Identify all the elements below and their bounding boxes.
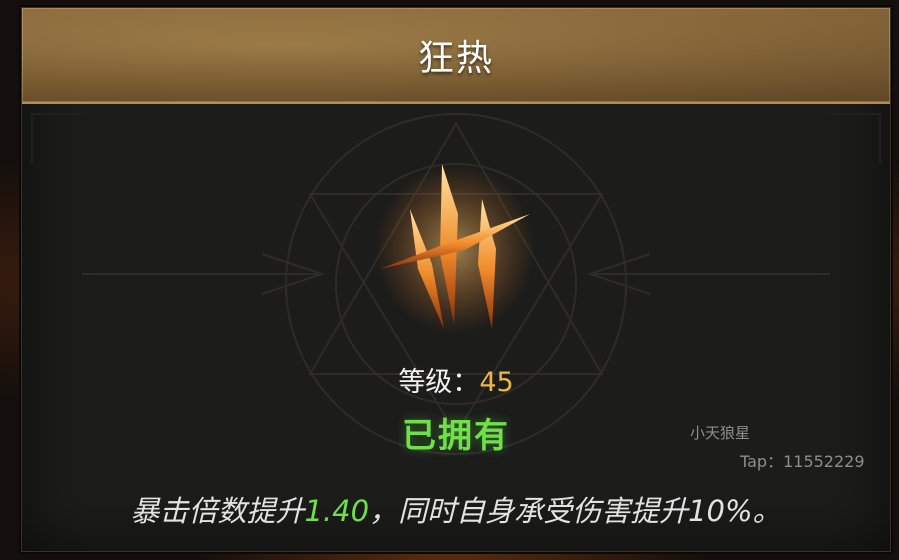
skill-description: 暴击倍数提升1.40，同时自身承受伤害提升10%。 bbox=[22, 488, 890, 530]
description-prefix: 暴击倍数提升 bbox=[130, 494, 305, 528]
watermark-name: 小天狼星 bbox=[690, 424, 751, 442]
watermark-tap-id: Tap：11552229 bbox=[740, 452, 865, 471]
level-value: 45 bbox=[479, 367, 514, 398]
description-value: 1.40 bbox=[304, 494, 370, 528]
skill-title: 狂热 bbox=[417, 38, 494, 79]
header-bar: 狂热 bbox=[22, 8, 890, 104]
level-label: 等级： bbox=[398, 367, 480, 398]
level-row: 等级：45 bbox=[22, 360, 890, 399]
triple-claw-slash-icon bbox=[375, 164, 535, 334]
description-suffix: ，同时自身承受伤害提升10%。 bbox=[369, 494, 782, 528]
skill-detail-panel: 狂热 等级：45 已拥有 小天狼星 Tap：11552229 暴击倍数提升1.4… bbox=[21, 7, 891, 552]
